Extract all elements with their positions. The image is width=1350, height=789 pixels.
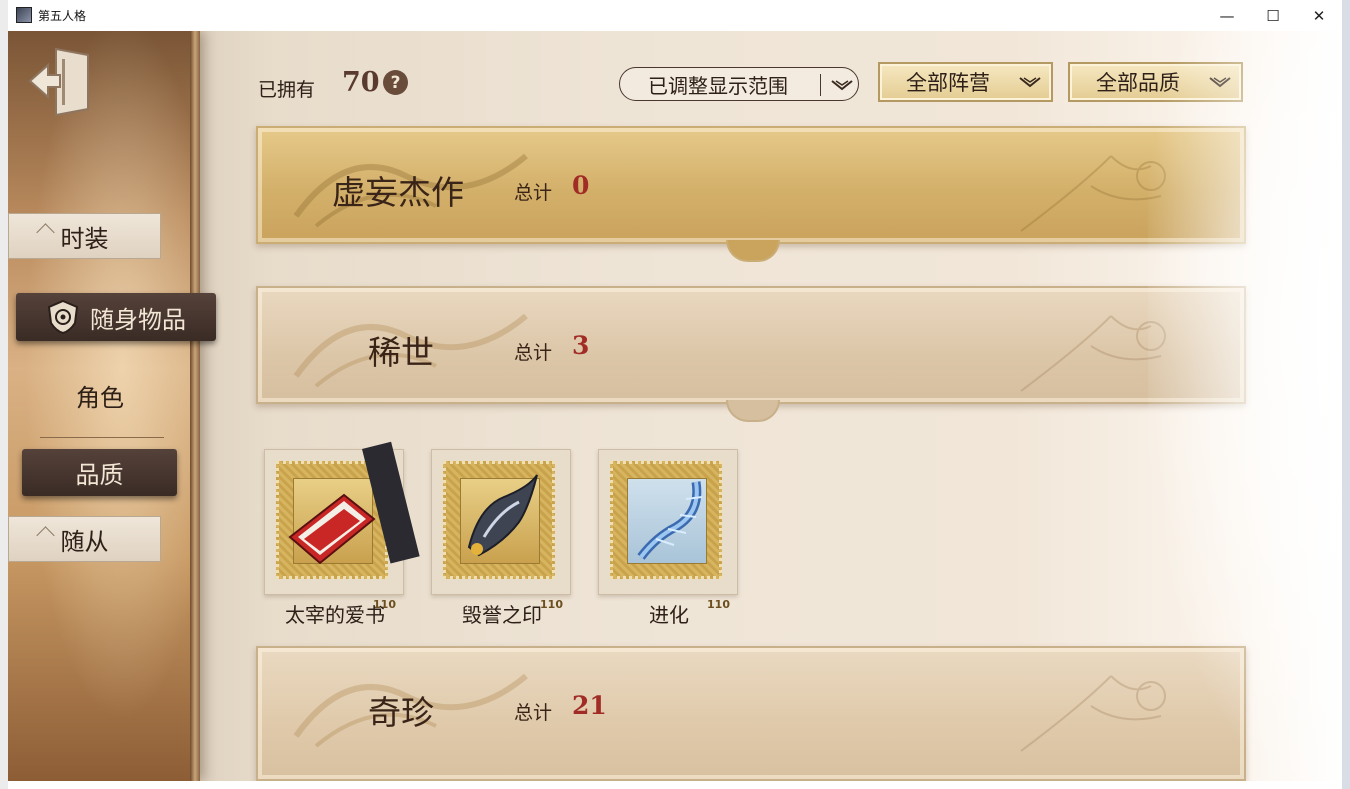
total-label: 总计 bbox=[514, 182, 553, 204]
shield-icon bbox=[47, 299, 79, 335]
sidebar-item-label: 随从 bbox=[60, 527, 109, 556]
flower-sketch-icon bbox=[1020, 315, 1166, 392]
tier-banner-exotic[interactable]: 奇珍 总计 21 bbox=[256, 646, 1246, 781]
sidebar-item-accessories[interactable]: 随身物品 bbox=[16, 293, 216, 341]
total-label: 总计 bbox=[514, 702, 553, 724]
item-name: 太宰的爱书 bbox=[285, 603, 385, 627]
dropdown-separator bbox=[820, 74, 821, 96]
dna-helix-icon bbox=[637, 481, 703, 560]
caret-mark-icon bbox=[36, 223, 55, 242]
sidebar-item-character[interactable]: 角色 bbox=[38, 373, 162, 417]
sidebar-item-quality[interactable]: 品质 bbox=[22, 449, 177, 496]
exit-door-icon[interactable] bbox=[26, 45, 96, 117]
chevron-down-icon bbox=[831, 80, 853, 91]
dark-crystal-icon bbox=[467, 474, 538, 557]
total-value: 21 bbox=[572, 691, 607, 720]
close-button[interactable]: ✕ bbox=[1296, 0, 1342, 31]
tier-banner-rare[interactable]: 稀世 总计 3 bbox=[256, 286, 1246, 422]
sidebar-item-label: 时装 bbox=[60, 224, 109, 253]
display-range-dropdown[interactable]: 已调整显示范围 bbox=[619, 67, 859, 101]
minimize-button[interactable]: — bbox=[1204, 0, 1250, 31]
sidebar-item-costume[interactable]: 时装 bbox=[8, 213, 161, 259]
chevron-down-icon bbox=[1209, 77, 1231, 88]
item-card-dazai-book[interactable]: 110 太宰的爱书 bbox=[264, 441, 420, 629]
help-icon[interactable]: ? bbox=[383, 70, 408, 95]
camp-dropdown[interactable]: 全部阵营 bbox=[878, 62, 1053, 102]
sidebar-item-label: 随身物品 bbox=[90, 305, 186, 334]
sidebar-item-label: 角色 bbox=[76, 383, 124, 412]
background-window-edge-left bbox=[0, 0, 8, 789]
tier-name: 稀世 bbox=[368, 333, 434, 372]
flower-sketch-icon bbox=[1020, 155, 1166, 232]
banner-tab bbox=[726, 400, 780, 422]
owned-count: 70 bbox=[342, 67, 380, 98]
sidebar-item-follower[interactable]: 随从 bbox=[8, 516, 161, 562]
maximize-button[interactable]: ☐ bbox=[1250, 0, 1296, 31]
tier-name: 奇珍 bbox=[368, 693, 434, 732]
background-window-edge bbox=[1342, 0, 1350, 789]
quality-dropdown[interactable]: 全部品质 bbox=[1068, 62, 1243, 102]
item-name: 进化 bbox=[649, 603, 689, 627]
item-card-evolution[interactable]: 110 进化 bbox=[598, 449, 740, 629]
sidebar-item-label: 品质 bbox=[75, 461, 124, 489]
caret-mark-icon bbox=[36, 526, 55, 545]
window-titlebar: 第五人格 — ☐ ✕ bbox=[8, 0, 1342, 32]
sidebar-edge bbox=[190, 31, 200, 781]
item-card-seal[interactable]: 110 毁誉之印 bbox=[431, 449, 573, 629]
tier-name: 虚妄杰作 bbox=[332, 173, 464, 212]
total-value: 3 bbox=[572, 331, 590, 360]
tier-banner-masterpiece[interactable]: 虚妄杰作 总计 0 bbox=[256, 126, 1246, 262]
app-icon bbox=[16, 7, 32, 23]
window-title: 第五人格 bbox=[38, 9, 87, 23]
dropdown-label: 全部品质 bbox=[1096, 71, 1180, 95]
total-value: 0 bbox=[572, 171, 590, 200]
banner-tab bbox=[726, 240, 780, 262]
total-label: 总计 bbox=[514, 342, 553, 364]
owned-label: 已拥有 bbox=[258, 79, 316, 101]
red-book-icon bbox=[288, 493, 376, 565]
dropdown-label: 全部阵营 bbox=[906, 71, 990, 95]
flower-sketch-icon bbox=[1020, 675, 1166, 752]
sidebar-divider bbox=[40, 437, 164, 438]
dropdown-label: 已调整显示范围 bbox=[648, 73, 788, 98]
chevron-down-icon bbox=[1019, 77, 1041, 88]
game-viewport: 时装 随身物品 角色 品质 随从 已拥有 70 ? 已调整显示范围 全部阵营 全… bbox=[8, 31, 1342, 781]
item-name: 毁誉之印 bbox=[462, 603, 542, 627]
